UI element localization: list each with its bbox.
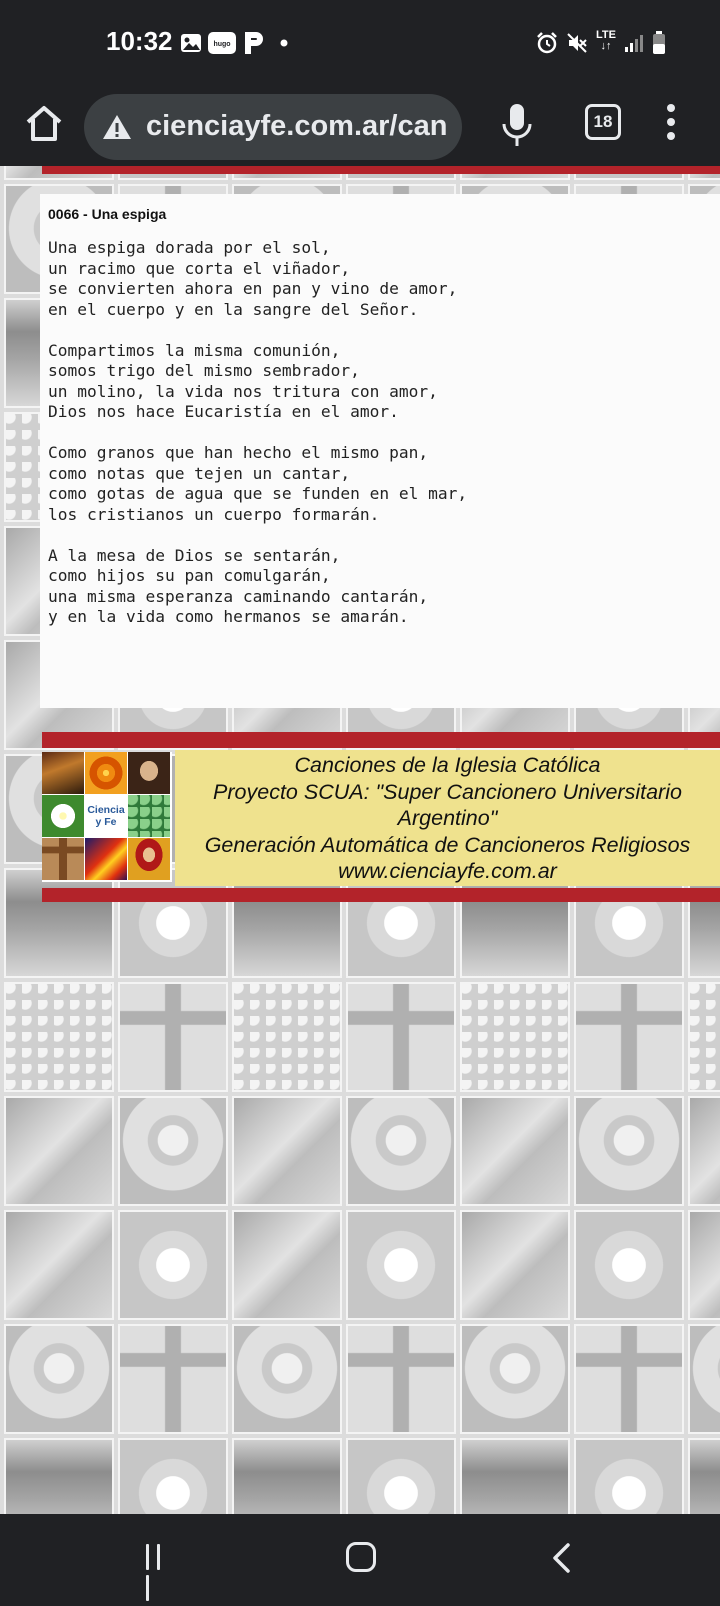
background-tile bbox=[460, 1324, 570, 1434]
footer-line-1: Canciones de la Iglesia Católica bbox=[294, 753, 601, 777]
background-tile bbox=[460, 1438, 570, 1514]
footer-line-3: Argentino" bbox=[397, 806, 498, 830]
logo-icon-icon bbox=[128, 838, 170, 880]
system-nav-bar bbox=[0, 1514, 720, 1601]
p-icon bbox=[245, 32, 263, 54]
menu-icon[interactable] bbox=[664, 100, 678, 150]
background-tile bbox=[4, 1210, 114, 1320]
gallery-icon bbox=[181, 34, 201, 52]
home-icon[interactable] bbox=[22, 102, 66, 146]
signal-icon bbox=[625, 35, 643, 52]
background-tile bbox=[574, 1324, 684, 1434]
lyrics-panel: 0066 - Una espiga Una espiga dorada por … bbox=[40, 194, 720, 708]
background-tile bbox=[232, 1210, 342, 1320]
background-tile bbox=[118, 1096, 228, 1206]
hugo-label: hugo bbox=[213, 41, 230, 48]
footer-info-panel: Canciones de la Iglesia Católica Proyect… bbox=[175, 750, 720, 886]
logo-icon-cells bbox=[128, 795, 170, 837]
logo-icon-fractal bbox=[85, 838, 127, 880]
background-tile bbox=[4, 1438, 114, 1514]
back-icon[interactable] bbox=[550, 1542, 572, 1574]
background-tile bbox=[4, 868, 114, 978]
lte-icon: LTE ↓↑ bbox=[596, 29, 616, 52]
site-logo[interactable]: Ciencia y Fe bbox=[42, 752, 172, 882]
dot-icon bbox=[280, 39, 288, 47]
background-tile bbox=[688, 1438, 720, 1514]
alarm-icon bbox=[537, 32, 557, 54]
background-tile bbox=[232, 1096, 342, 1206]
logo-icon-cross bbox=[42, 838, 84, 880]
background-tile bbox=[118, 1438, 228, 1514]
recents-icon[interactable] bbox=[146, 1544, 174, 1601]
background-tile bbox=[688, 1096, 720, 1206]
background-tile bbox=[346, 1438, 456, 1514]
logo-text: Ciencia y Fe bbox=[85, 795, 127, 837]
background-tile bbox=[232, 1438, 342, 1514]
url-text[interactable]: cienciayfe.com.ar/can bbox=[146, 110, 447, 143]
background-tile bbox=[688, 1210, 720, 1320]
hugo-icon: hugo bbox=[208, 32, 236, 54]
warning-icon[interactable] bbox=[102, 114, 132, 140]
status-bar: 10:32 hugo LTE ↓↑ bbox=[0, 0, 720, 86]
background-tile bbox=[118, 1324, 228, 1434]
footer-red-bar-top bbox=[42, 732, 720, 748]
song-lyrics: Una espiga dorada por el sol, un racimo … bbox=[48, 238, 468, 626]
battery-icon bbox=[653, 31, 665, 54]
background-tile bbox=[460, 1210, 570, 1320]
background-tile bbox=[346, 1210, 456, 1320]
address-bar[interactable]: cienciayfe.com.ar/can bbox=[84, 94, 462, 160]
background-tile bbox=[4, 1096, 114, 1206]
mic-icon[interactable] bbox=[500, 100, 534, 150]
background-tile bbox=[346, 982, 456, 1092]
background-tile bbox=[346, 1324, 456, 1434]
top-red-bar bbox=[42, 166, 720, 174]
logo-icon-flower bbox=[42, 795, 84, 837]
background-tile bbox=[232, 982, 342, 1092]
footer-line-4: Generación Automática de Cancioneros Rel… bbox=[204, 832, 691, 857]
mute-icon bbox=[567, 33, 587, 53]
web-page: 0066 - Una espiga Una espiga dorada por … bbox=[0, 166, 720, 1514]
background-tile bbox=[574, 1438, 684, 1514]
home-circle-icon[interactable] bbox=[346, 1542, 376, 1572]
footer-red-bar-bottom bbox=[42, 888, 720, 902]
background-tile bbox=[460, 982, 570, 1092]
background-tile bbox=[4, 982, 114, 1092]
logo-icon-spiral bbox=[85, 752, 127, 794]
background-tile bbox=[688, 1324, 720, 1434]
status-time: 10:32 bbox=[106, 26, 173, 56]
background-tile bbox=[232, 1324, 342, 1434]
browser-toolbar: cienciayfe.com.ar/can 18 bbox=[0, 86, 720, 166]
background-tile bbox=[118, 982, 228, 1092]
background-tile bbox=[574, 982, 684, 1092]
song-title: 0066 - Una espiga bbox=[48, 206, 167, 222]
logo-icon-christ bbox=[128, 752, 170, 794]
background-tile bbox=[460, 1096, 570, 1206]
background-tile bbox=[346, 1096, 456, 1206]
footer-line-2: Proyecto SCUA: "Super Cancionero Univers… bbox=[213, 779, 682, 804]
background-tile bbox=[118, 1210, 228, 1320]
tab-switcher-button[interactable]: 18 bbox=[585, 104, 621, 140]
logo-icon-virgin bbox=[42, 752, 84, 794]
footer-site-link[interactable]: www.cienciayfe.com.ar bbox=[175, 858, 720, 885]
background-tile bbox=[688, 982, 720, 1092]
background-tile bbox=[574, 1096, 684, 1206]
background-tile bbox=[4, 1324, 114, 1434]
background-tile bbox=[574, 1210, 684, 1320]
